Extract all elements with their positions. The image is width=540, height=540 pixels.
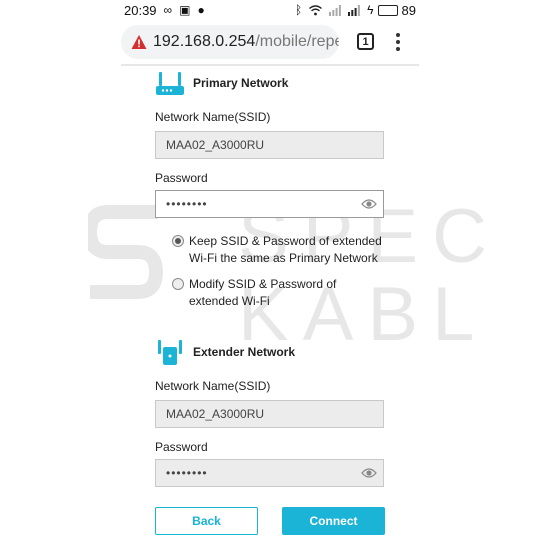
- signal-icon: [348, 4, 361, 16]
- option-modify[interactable]: Modify SSID & Password of extended Wi-Fi: [172, 276, 387, 310]
- url-path: /mobile/repeat: [255, 33, 339, 50]
- url-host: 192.168.0.254: [153, 33, 256, 50]
- option-keep-same[interactable]: Keep SSID & Password of extended Wi-Fi t…: [172, 233, 387, 267]
- router-icon: [156, 72, 184, 95]
- option-keep-same-label: Keep SSID & Password of extended Wi-Fi t…: [189, 234, 382, 265]
- extender-password-label: Password: [155, 440, 208, 454]
- battery-icon: [377, 4, 398, 16]
- status-right: ᛒ ϟ 89: [295, 3, 416, 18]
- primary-ssid-label: Network Name(SSID): [155, 110, 271, 124]
- primary-password-label: Password: [155, 171, 208, 185]
- extender-ssid-field: [155, 400, 384, 428]
- url-field[interactable]: 192.168.0.254/mobile/repeat: [121, 25, 339, 59]
- infinity-icon: ∞: [163, 3, 173, 17]
- back-button[interactable]: Back: [155, 507, 258, 535]
- extender-network-title: Extender Network: [193, 345, 296, 359]
- bluetooth-icon: ᛒ: [294, 3, 303, 17]
- extender-password-field: [155, 459, 384, 487]
- eye-icon[interactable]: [361, 466, 377, 480]
- extender-icon: [158, 340, 182, 365]
- battery-level: 89: [401, 2, 416, 18]
- toolbar-divider: [121, 64, 419, 66]
- primary-network-header: Primary Network: [155, 68, 288, 98]
- eye-icon[interactable]: [361, 197, 377, 211]
- radio-modify[interactable]: [172, 278, 184, 290]
- extender-ssid-label: Network Name(SSID): [155, 379, 271, 393]
- primary-ssid-field: [155, 131, 384, 159]
- radio-keep-same[interactable]: [172, 235, 184, 247]
- image-icon: ▣: [179, 3, 191, 17]
- status-bar: 20:39 ∞ ▣ ● ᛒ ϟ 89: [0, 0, 540, 20]
- signal-icon: [329, 4, 342, 16]
- chat-icon: ●: [197, 3, 205, 17]
- more-menu-icon[interactable]: [393, 30, 403, 54]
- extender-network-header: Extender Network: [155, 337, 295, 367]
- extender-password-wrapper: [155, 459, 384, 487]
- status-left: 20:39 ∞ ▣ ●: [124, 3, 205, 18]
- charging-icon: ϟ: [367, 3, 374, 17]
- address-bar: 192.168.0.254/mobile/repeat 1: [121, 20, 419, 64]
- warning-icon[interactable]: [131, 34, 147, 50]
- tab-switcher-button[interactable]: 1: [357, 33, 374, 50]
- connect-button[interactable]: Connect: [282, 507, 385, 535]
- battery: ϟ 89: [367, 3, 416, 18]
- wifi-icon: [309, 4, 323, 15]
- option-modify-label: Modify SSID & Password of extended Wi-Fi: [189, 277, 337, 308]
- primary-password-field[interactable]: [155, 190, 384, 218]
- clock: 20:39: [124, 2, 157, 18]
- primary-password-wrapper: [155, 190, 384, 218]
- primary-network-title: Primary Network: [193, 76, 289, 90]
